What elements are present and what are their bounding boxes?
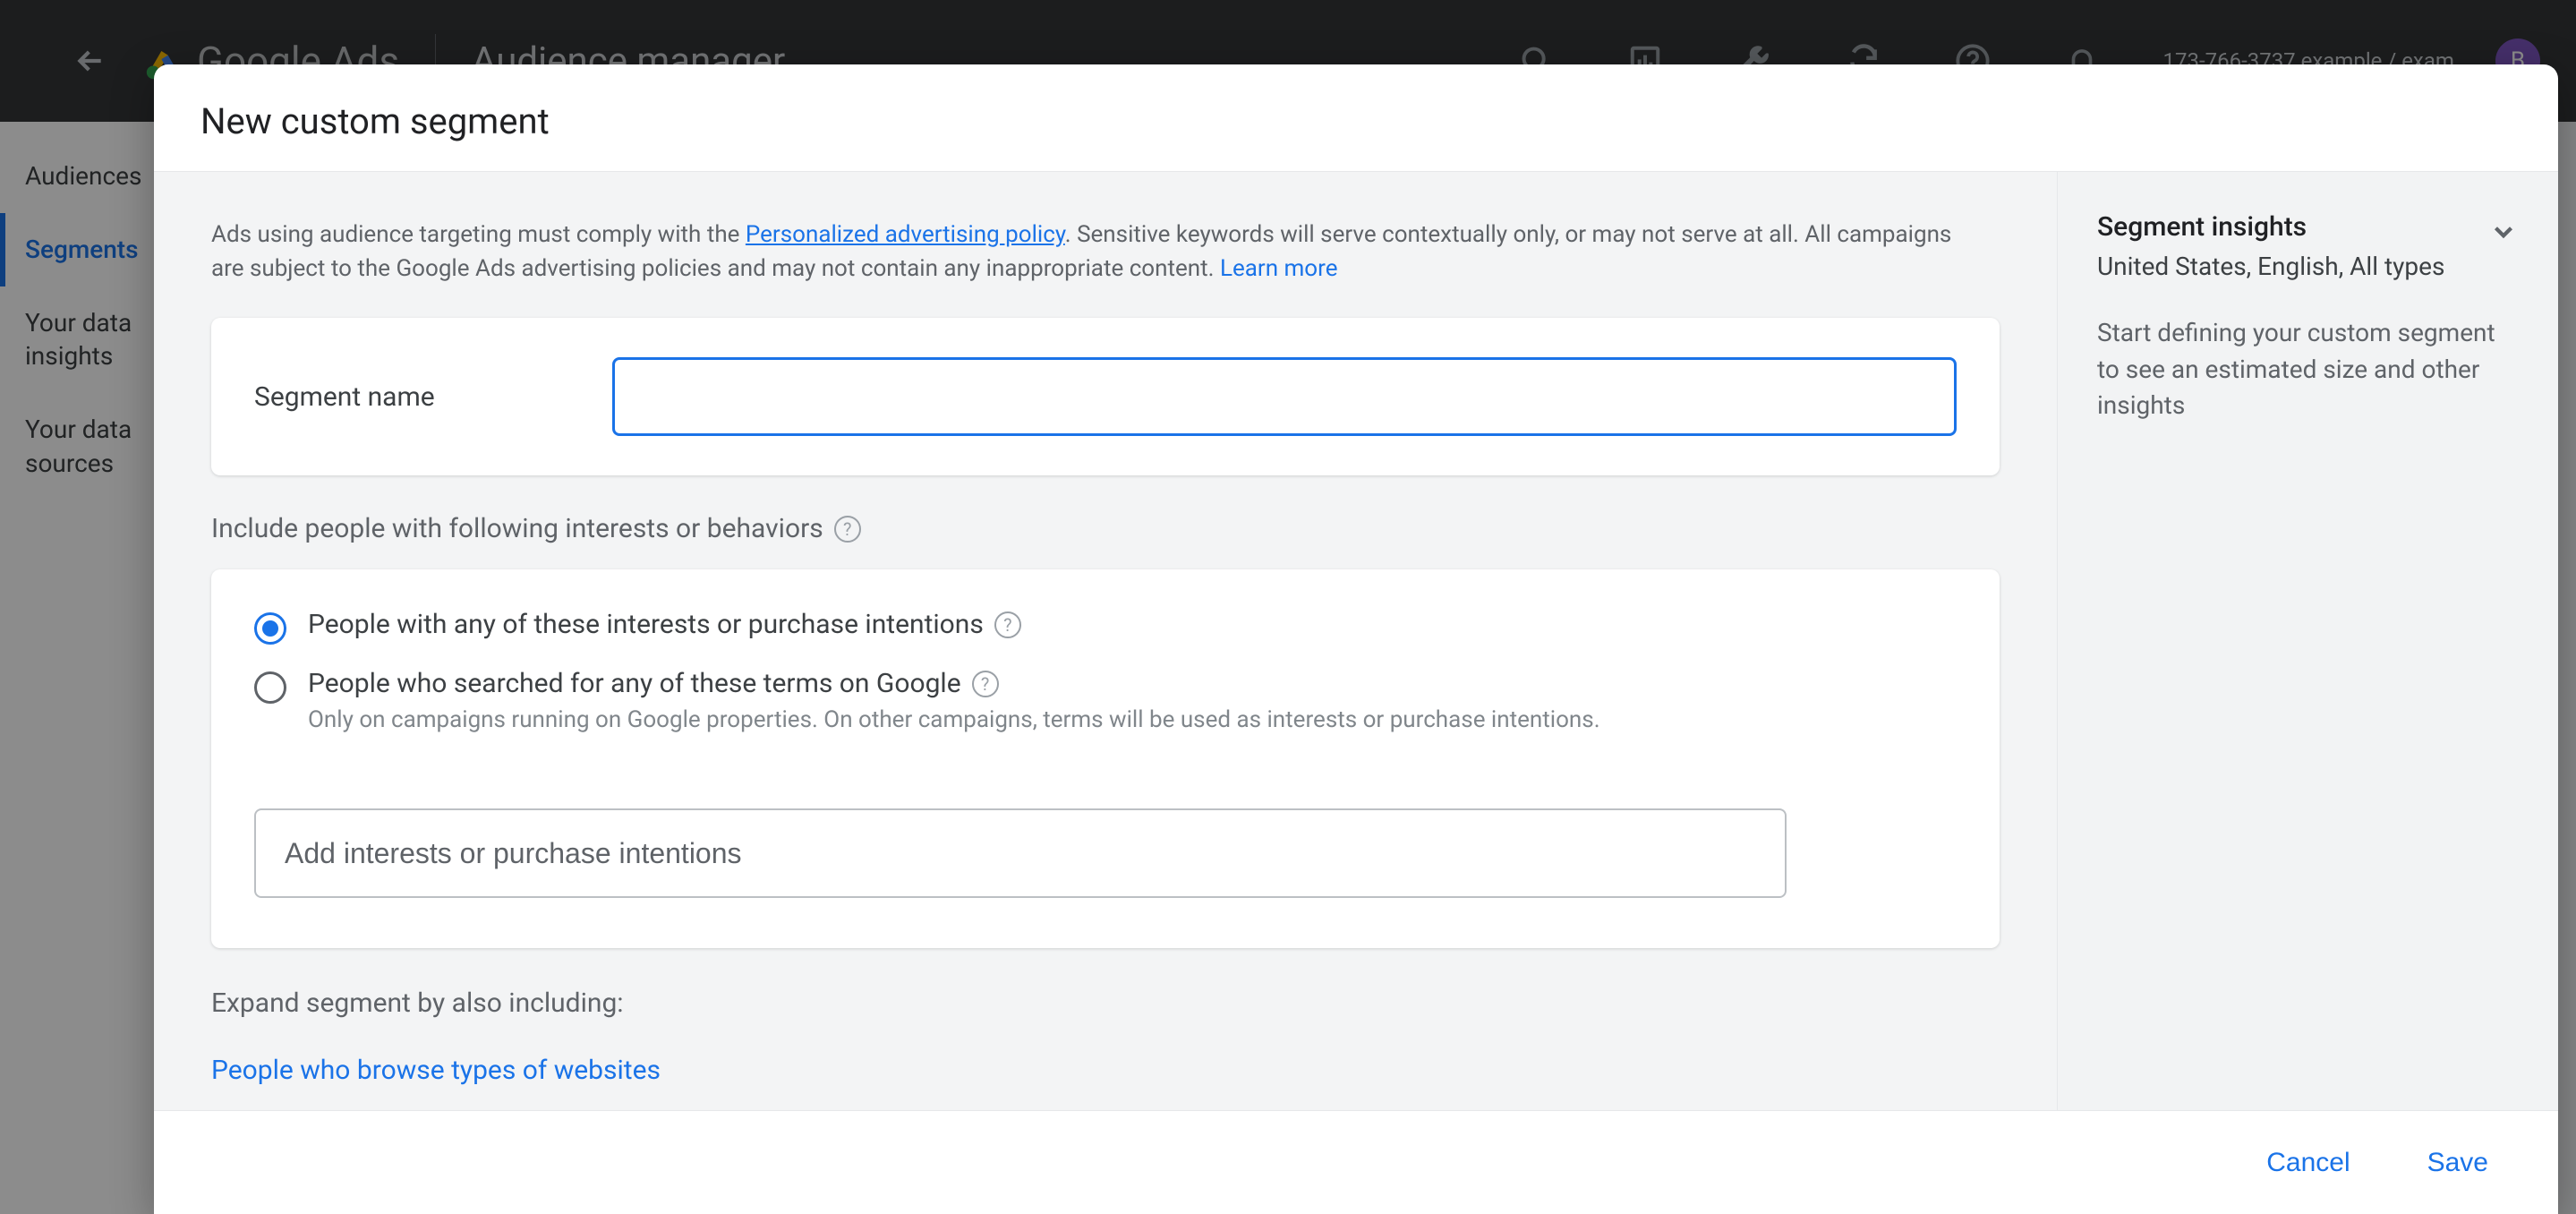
help-icon[interactable]: ? bbox=[834, 516, 861, 543]
radio-search-terms[interactable] bbox=[254, 671, 286, 704]
help-icon[interactable]: ? bbox=[972, 671, 999, 697]
expand-link-apps[interactable]: People who use types of apps bbox=[211, 1107, 2000, 1110]
save-button[interactable]: Save bbox=[2411, 1133, 2504, 1193]
radio-search-terms-sub: Only on campaigns running on Google prop… bbox=[308, 706, 1600, 733]
expand-section-title: Expand segment by also including: bbox=[211, 987, 2000, 1019]
include-section-title: Include people with following interests … bbox=[211, 513, 2000, 544]
insights-subtitle: United States, English, All types bbox=[2097, 252, 2444, 281]
help-icon[interactable]: ? bbox=[994, 611, 1021, 638]
expand-link-websites[interactable]: People who browse types of websites bbox=[211, 1055, 2000, 1086]
new-custom-segment-dialog: New custom segment Ads using audience ta… bbox=[154, 64, 2558, 1214]
policy-link[interactable]: Personalized advertising policy bbox=[746, 221, 1065, 248]
segment-name-label: Segment name bbox=[254, 381, 559, 413]
radio-interests-label[interactable]: People with any of these interests or pu… bbox=[308, 609, 1021, 640]
radio-interests[interactable] bbox=[254, 612, 286, 645]
learn-more-link[interactable]: Learn more bbox=[1220, 255, 1338, 282]
segment-insights-panel: Segment insights United States, English,… bbox=[2057, 172, 2558, 1110]
insights-description: Start defining your custom segment to se… bbox=[2097, 315, 2519, 424]
chevron-down-icon[interactable] bbox=[2488, 217, 2519, 247]
policy-notice: Ads using audience targeting must comply… bbox=[211, 218, 1983, 286]
interests-input[interactable] bbox=[254, 808, 1787, 898]
radio-search-terms-label[interactable]: People who searched for any of these ter… bbox=[308, 668, 1600, 699]
targeting-options-card: People with any of these interests or pu… bbox=[211, 569, 2000, 948]
segment-name-card: Segment name bbox=[211, 318, 2000, 475]
segment-name-input[interactable] bbox=[612, 357, 1957, 436]
cancel-button[interactable]: Cancel bbox=[2250, 1133, 2366, 1193]
dialog-title: New custom segment bbox=[200, 100, 2512, 142]
insights-title: Segment insights bbox=[2097, 211, 2444, 243]
